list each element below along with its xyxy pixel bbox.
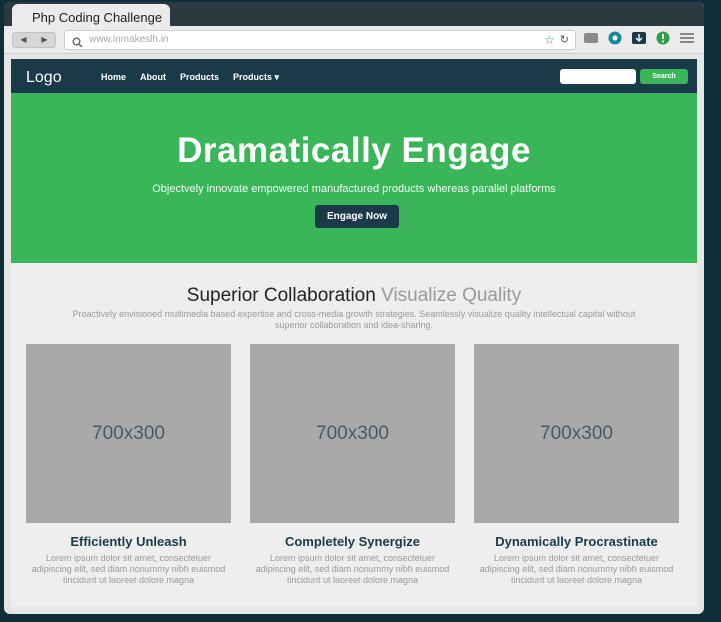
- card-title: Dynamically Procrastinate: [495, 534, 658, 549]
- placeholder-image: 700x300: [474, 344, 679, 523]
- nav-links: Home About Products Products ▾: [101, 72, 279, 83]
- card-text: Lorem ipsum dolor sit amet, consectetuer…: [479, 553, 674, 585]
- shield-icon[interactable]: [608, 31, 622, 50]
- puzzle-icon[interactable]: [584, 31, 598, 49]
- feature-card: 700x300 Efficiently Unleash Lorem ipsum …: [26, 344, 231, 586]
- nav-link-about[interactable]: About: [140, 72, 166, 83]
- reload-icon[interactable]: ↻: [560, 33, 569, 46]
- engage-now-button[interactable]: Engage Now: [315, 205, 399, 228]
- search-icon: [72, 35, 83, 53]
- section-subtitle: Proactively envisioned multimedia based …: [72, 309, 636, 330]
- download-icon[interactable]: [632, 31, 646, 49]
- extension-icons: [584, 31, 694, 50]
- browser-tab[interactable]: Php Coding Challenge: [12, 4, 170, 28]
- section-title-muted: Visualize Quality: [381, 285, 522, 306]
- forward-icon[interactable]: ▶: [34, 33, 55, 47]
- url-text[interactable]: www.inmakeslh.in: [89, 34, 168, 45]
- card-text: Lorem ipsum dolor sit amet, consectetuer…: [255, 553, 450, 585]
- browser-window: Php Coding Challenge ◀ ▶ www.inmakeslh.i…: [4, 2, 704, 614]
- back-icon[interactable]: ◀: [13, 33, 34, 47]
- menu-icon[interactable]: [680, 31, 694, 49]
- browser-toolbar: ◀ ▶ www.inmakeslh.in ☆ ↻: [4, 26, 704, 54]
- nav-link-home[interactable]: Home: [101, 72, 126, 83]
- feature-card: 700x300 Completely Synergize Lorem ipsum…: [250, 344, 455, 586]
- site-search-button[interactable]: Search: [640, 69, 688, 84]
- address-bar[interactable]: www.inmakeslh.in ☆ ↻: [64, 30, 576, 50]
- site-search-input[interactable]: [560, 69, 636, 84]
- card-title: Completely Synergize: [284, 534, 421, 549]
- nav-dropdown-products[interactable]: Products ▾: [233, 72, 279, 83]
- card-text: Lorem ipsum dolor sit amet, consectetuer…: [31, 553, 226, 585]
- nav-link-products[interactable]: Products: [180, 72, 219, 83]
- placeholder-image: 700x300: [250, 344, 455, 523]
- card-title: Efficiently Unleash: [70, 534, 187, 549]
- section-heading: Superior Collaboration Visualize Quality: [11, 285, 697, 307]
- hero-title: Dramatically Engage: [177, 131, 531, 170]
- site-logo[interactable]: Logo: [26, 69, 62, 87]
- hero-subtitle: Objectvely innovate empowered manufactur…: [152, 183, 556, 195]
- hero-banner: Dramatically Engage Objectvely innovate …: [11, 93, 697, 263]
- section-title-main: Superior Collaboration: [186, 285, 376, 306]
- tab-bar: Php Coding Challenge: [4, 2, 704, 28]
- site-navbar: Logo Home About Products Products ▾ Sear…: [11, 59, 697, 93]
- feature-card: 700x300 Dynamically Procrastinate Lorem …: [474, 344, 679, 586]
- placeholder-image: 700x300: [26, 344, 231, 523]
- history-nav: ◀ ▶: [12, 32, 56, 48]
- web-page: Logo Home About Products Products ▾ Sear…: [11, 59, 697, 607]
- alert-icon[interactable]: [656, 31, 670, 50]
- star-icon[interactable]: ☆: [544, 33, 555, 47]
